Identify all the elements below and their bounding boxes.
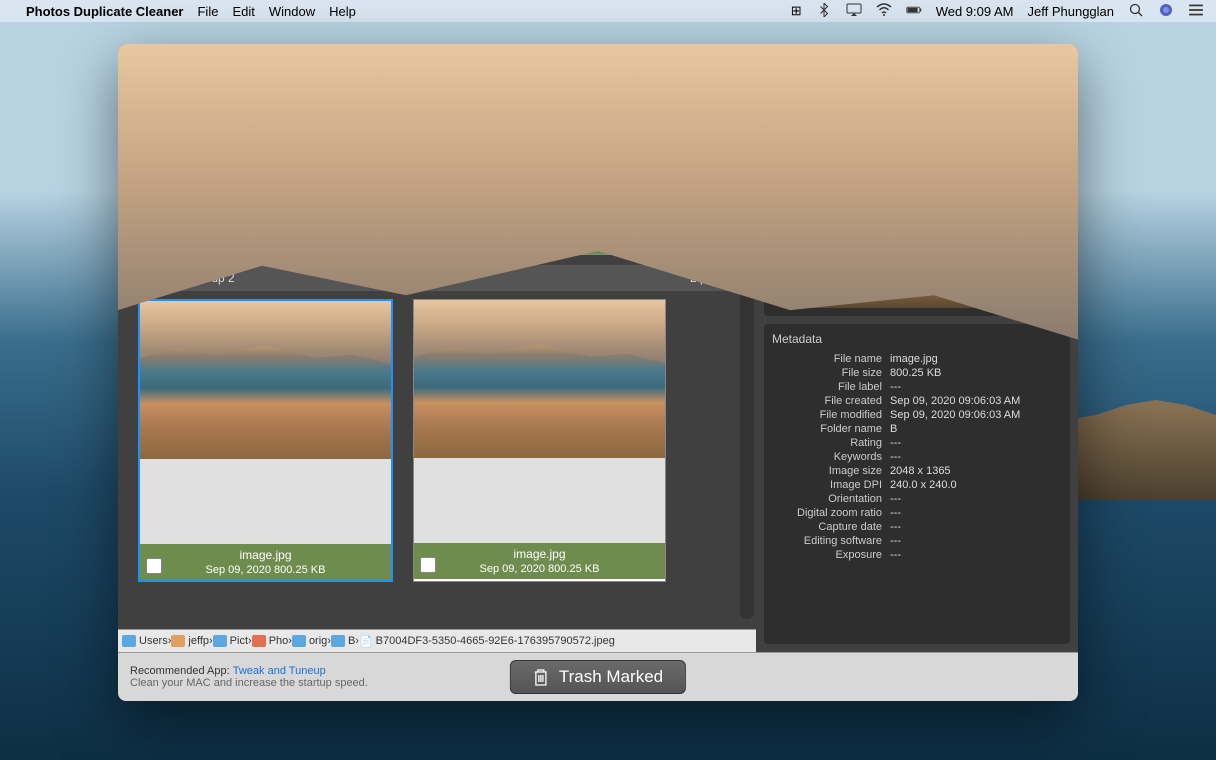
metadata-row: Capture date--- — [772, 520, 1062, 534]
metadata-row: Folder nameB — [772, 422, 1062, 436]
metadata-row: File createdSep 09, 2020 09:06:03 AM — [772, 394, 1062, 408]
airplay-icon[interactable] — [846, 3, 862, 20]
file-meta: Sep 09, 2020 800.25 KB — [140, 564, 391, 576]
app-window: Photos Duplicate Cleaner Back Auto Mark … — [118, 44, 1078, 701]
battery-icon[interactable] — [906, 3, 922, 20]
menubar-clock[interactable]: Wed 9:09 AM — [936, 4, 1014, 19]
macos-menubar: Photos Duplicate Cleaner File Edit Windo… — [0, 0, 1216, 22]
preview-image — [801, 154, 1033, 308]
bluetooth-icon[interactable] — [816, 3, 832, 20]
path-segment[interactable]: 📄B7004DF3-5350-4665-92E6-176395790572.jp… — [359, 635, 615, 648]
thumbnail-card-selected[interactable]: image.jpg Sep 09, 2020 800.25 KB — [138, 299, 393, 582]
recommended-link[interactable]: Tweak and Tuneup — [233, 665, 326, 677]
metadata-row: Exposure--- — [772, 548, 1062, 562]
metadata-row: File nameimage.jpg — [772, 352, 1062, 366]
path-segment[interactable]: Pict — [213, 635, 248, 647]
mark-checkbox[interactable] — [146, 558, 162, 574]
path-segment[interactable]: jeffp — [171, 635, 209, 647]
menu-edit[interactable]: Edit — [232, 4, 254, 19]
path-segment[interactable]: orig — [292, 635, 327, 647]
metadata-row: Editing software--- — [772, 534, 1062, 548]
path-segment[interactable]: Users — [122, 635, 168, 647]
metadata-row: File modifiedSep 09, 2020 09:06:03 AM — [772, 408, 1062, 422]
metadata-row: Rating--- — [772, 436, 1062, 450]
file-meta: Sep 09, 2020 800.25 KB — [414, 563, 665, 575]
mark-checkbox[interactable] — [420, 557, 436, 573]
trash-marked-button[interactable]: Trash Marked — [510, 660, 686, 694]
wifi-icon[interactable] — [876, 3, 892, 20]
preview-panel: Preview — [764, 126, 1070, 316]
metadata-row: Image size2048 x 1365 — [772, 464, 1062, 478]
menu-file[interactable]: File — [197, 4, 218, 19]
notification-center-icon[interactable] — [1188, 3, 1204, 20]
metadata-row: File label--- — [772, 380, 1062, 394]
menubar-user[interactable]: Jeff Phungglan — [1028, 4, 1115, 19]
metadata-row: File size800.25 KB — [772, 366, 1062, 380]
path-segment[interactable]: Pho — [252, 635, 289, 647]
metadata-row: Orientation--- — [772, 492, 1062, 506]
menubar-app-name[interactable]: Photos Duplicate Cleaner — [26, 4, 183, 19]
metadata-panel: Metadata File nameimage.jpgFile size800.… — [764, 324, 1070, 644]
menu-help[interactable]: Help — [329, 4, 356, 19]
metadata-title: Metadata — [772, 332, 1062, 346]
keyboard-icon[interactable]: ⊞ — [791, 3, 802, 19]
path-segment[interactable]: B — [331, 635, 355, 647]
file-name: image.jpg — [140, 548, 391, 562]
trash-icon — [533, 668, 549, 686]
file-name: image.jpg — [414, 547, 665, 561]
path-bar: Users›jeffp›Pict›Pho›orig›B›📄B7004DF3-53… — [118, 629, 756, 652]
recommended-app: Recommended App: Tweak and Tuneup Clean … — [130, 665, 368, 689]
metadata-row: Digital zoom ratio--- — [772, 506, 1062, 520]
metadata-row: Keywords--- — [772, 450, 1062, 464]
metadata-row: Image DPI240.0 x 240.0 — [772, 478, 1062, 492]
menu-window[interactable]: Window — [269, 4, 315, 19]
thumbnail-card[interactable]: image.jpg Sep 09, 2020 800.25 KB — [413, 299, 666, 582]
siri-icon[interactable] — [1158, 3, 1174, 20]
spotlight-icon[interactable] — [1128, 3, 1144, 20]
bottom-bar: Recommended App: Tweak and Tuneup Clean … — [118, 652, 1078, 701]
